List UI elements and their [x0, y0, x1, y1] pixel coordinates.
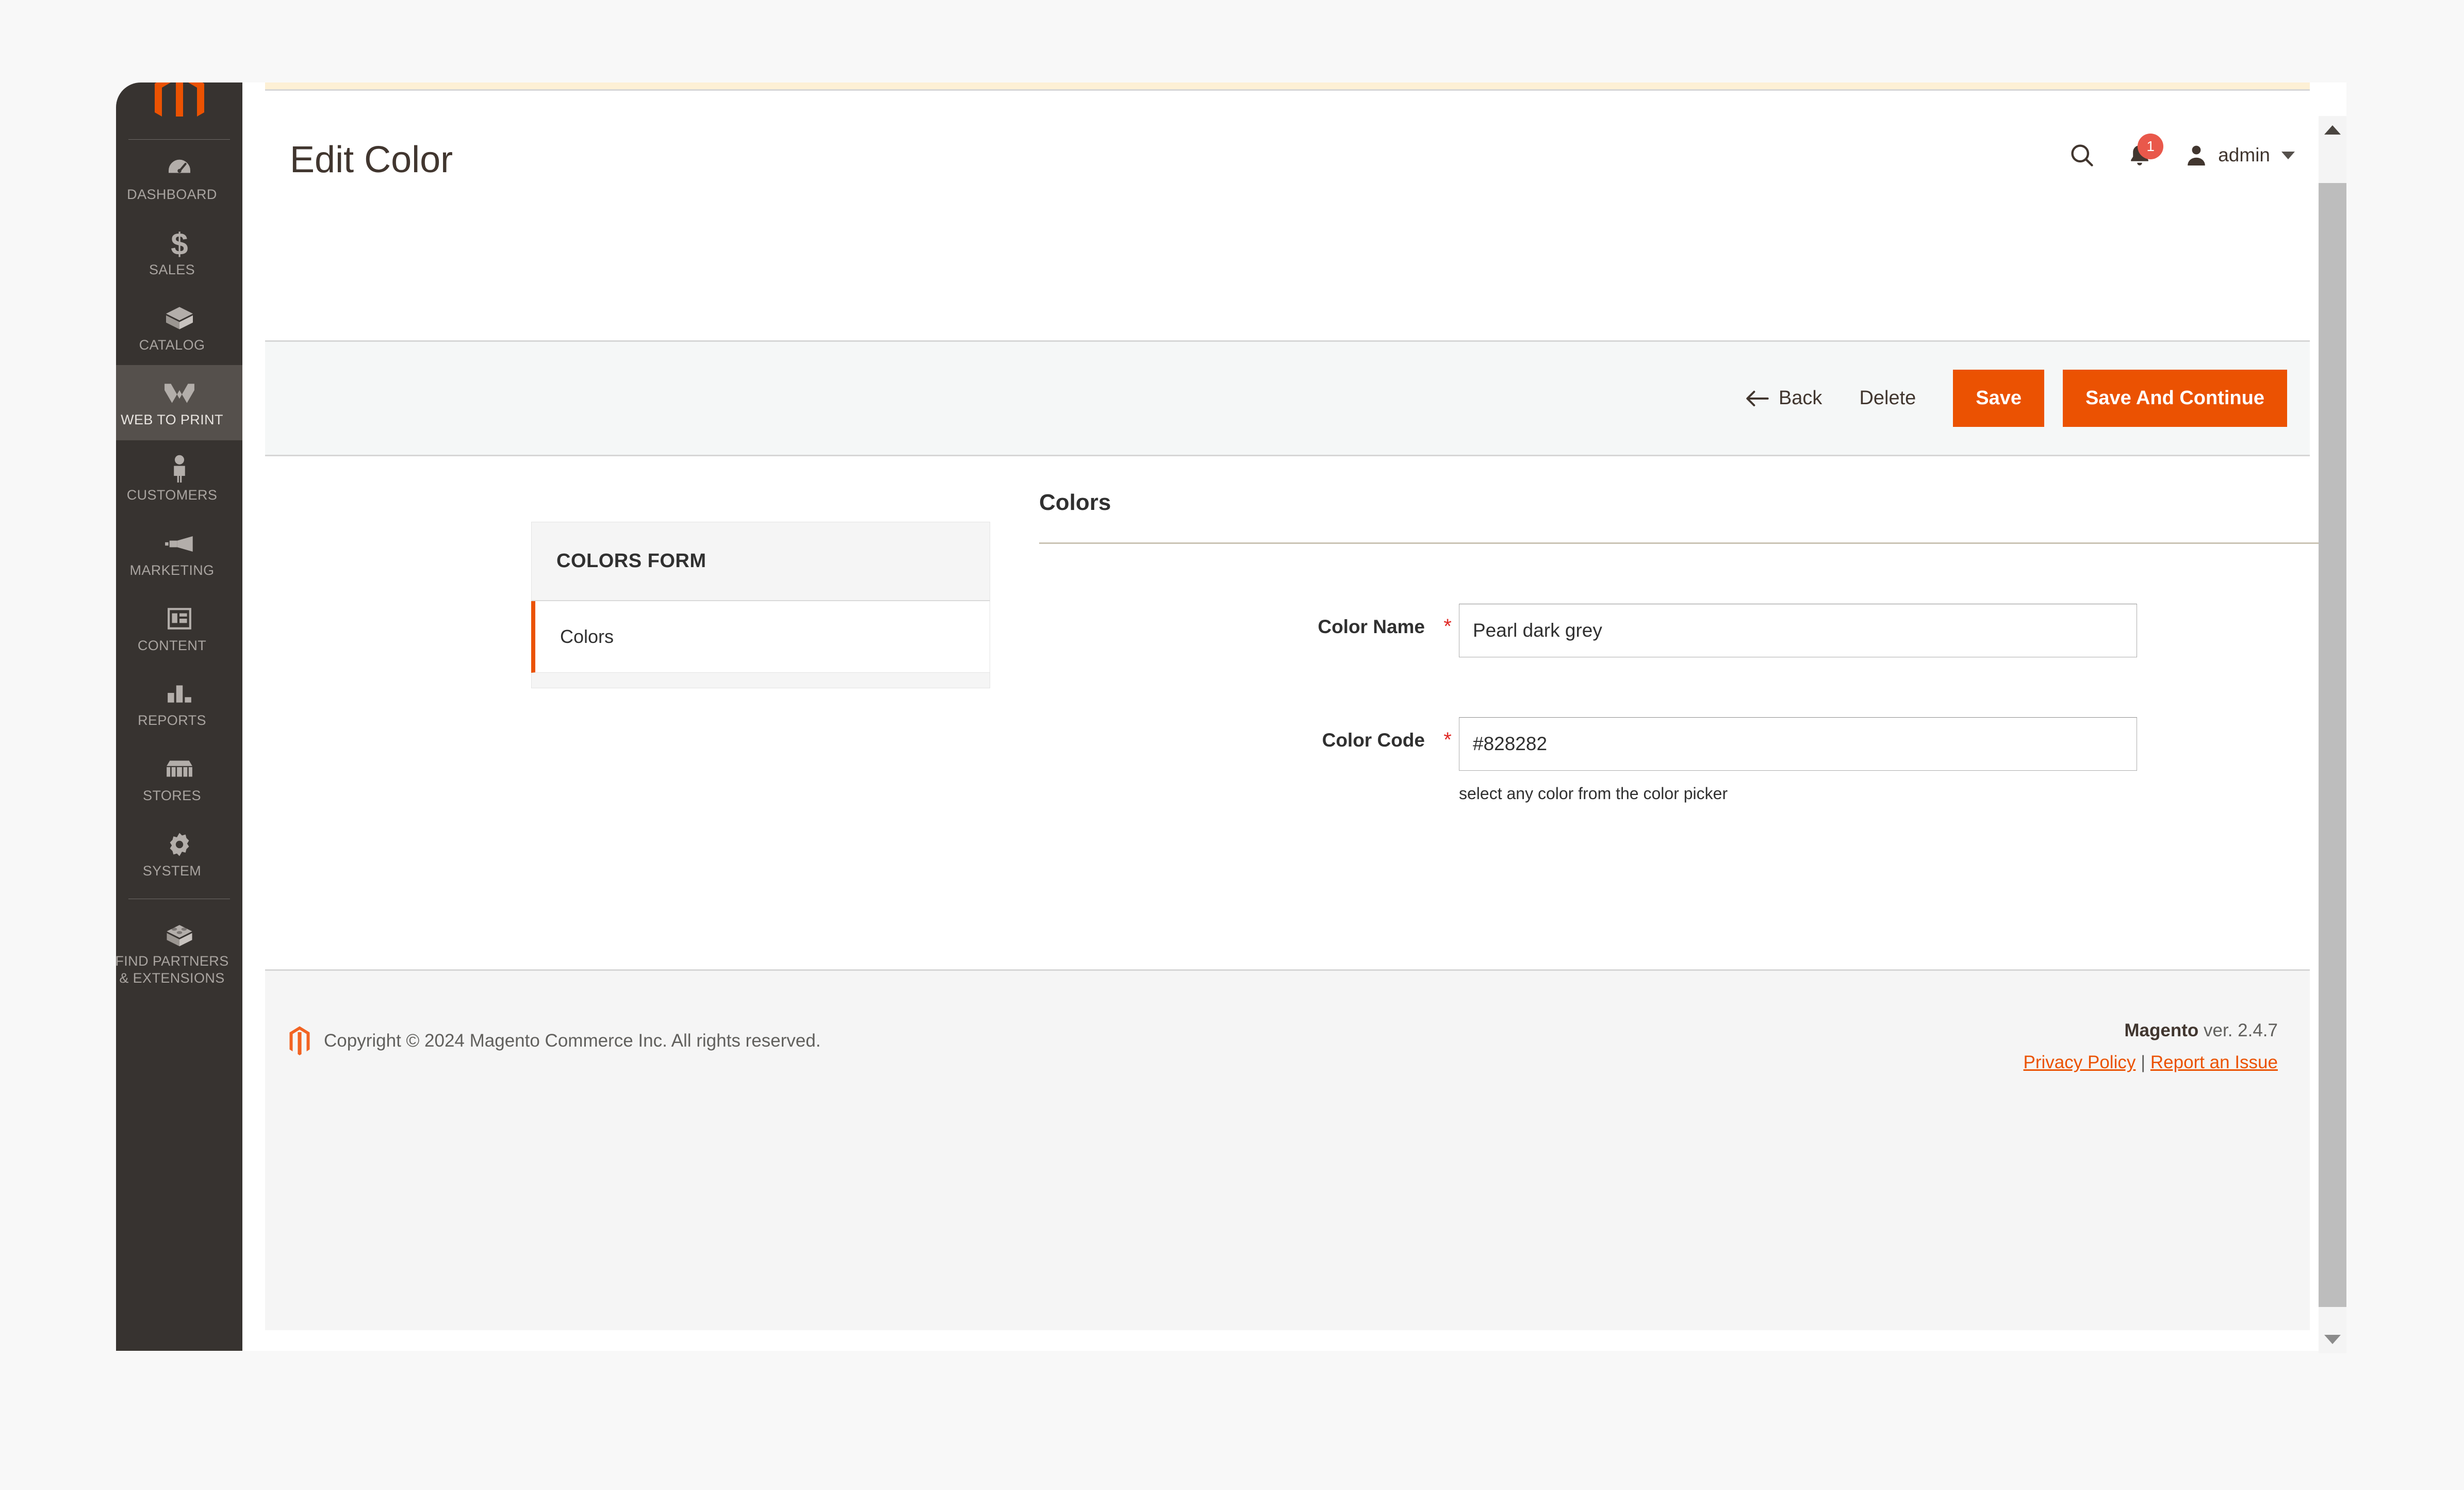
magento-logo[interactable]: [116, 82, 242, 120]
color-code-note: select any color from the color picker: [1459, 784, 1728, 803]
sidebar-item-label: CATALOG: [139, 337, 205, 353]
magento-logo-icon: [154, 82, 204, 117]
page-header: Edit Color 1 admin: [242, 92, 2346, 237]
gear-icon: [116, 830, 242, 859]
notification-badge: 1: [2138, 134, 2164, 159]
layout-page-icon: [116, 604, 242, 634]
triangle-down-icon: [2324, 1335, 2341, 1344]
storefront-icon: [116, 754, 242, 784]
notifications-button[interactable]: 1: [2127, 134, 2164, 169]
primary-sidebar: DASHBOARD $ SALES CATALOG WEB TO PRINT CUSTOM…: [116, 82, 242, 1351]
sidebar-item-label: FIND PARTNERS & EXTENSIONS: [116, 953, 229, 986]
vertical-scrollbar[interactable]: [2319, 116, 2346, 1353]
color-code-input[interactable]: [1459, 717, 2137, 771]
scrollbar-thumb[interactable]: [2319, 183, 2346, 1307]
megaphone-icon: [116, 529, 242, 559]
save-and-continue-button[interactable]: Save And Continue: [2063, 370, 2287, 427]
w-logo-icon: [116, 378, 242, 408]
arrow-left-icon: [1746, 390, 1769, 406]
sidebar-item-dashboard[interactable]: DASHBOARD: [116, 140, 242, 215]
sidebar-item-label: STORES: [143, 788, 201, 803]
color-code-label: Color Code: [1322, 730, 1425, 751]
color-name-label: Color Name: [1318, 616, 1425, 637]
sidebar-item-label: WEB TO PRINT: [121, 412, 223, 428]
form-nav-item-colors[interactable]: Colors: [531, 601, 990, 673]
sidebar-item-find-partners-extensions[interactable]: FIND PARTNERS & EXTENSIONS: [116, 906, 242, 999]
sidebar-item-catalog[interactable]: CATALOG: [116, 290, 242, 366]
sidebar-item-label: SYSTEM: [142, 863, 202, 879]
page-footer: Copyright © 2024 Magento Commerce Inc. A…: [265, 969, 2310, 1330]
scroll-down-arrow[interactable]: [2319, 1326, 2346, 1353]
form-nav-footer: [531, 673, 990, 688]
footer-copyright-block: Copyright © 2024 Magento Commerce Inc. A…: [288, 1025, 820, 1056]
footer-links: Privacy Policy | Report an Issue: [2024, 1052, 2278, 1073]
sidebar-item-label: CUSTOMERS: [126, 487, 218, 503]
footer-link-separator: |: [2141, 1052, 2146, 1072]
sidebar-item-label: REPORTS: [138, 713, 206, 729]
sidebar-item-sales[interactable]: $ SALES: [116, 215, 242, 290]
dashboard-gauge-icon: [116, 153, 242, 183]
save-button[interactable]: Save: [1953, 370, 2045, 427]
sidebar-item-label: MARKETING: [129, 562, 215, 578]
sidebar-item-label: CONTENT: [137, 637, 207, 653]
form-nav-item-label: Colors: [560, 626, 614, 647]
header-actions: 1 admin: [2068, 134, 2295, 169]
footer-meta-block: Magento ver. 2.4.7 Privacy Policy | Repo…: [2024, 1020, 2278, 1073]
form-navigation-panel: COLORS FORM Colors: [531, 522, 990, 688]
required-indicator: *: [1443, 615, 1452, 638]
user-name-label: admin: [2218, 144, 2270, 165]
delete-button-label: Delete: [1859, 387, 1916, 409]
back-button[interactable]: Back: [1727, 387, 1841, 409]
fieldset-title: Colors: [1039, 490, 2346, 544]
chevron-down-icon: [2281, 151, 2295, 159]
form-nav-title: COLORS FORM: [531, 522, 990, 601]
sidebar-item-label: DASHBOARD: [127, 187, 217, 202]
copyright-text: Copyright © 2024 Magento Commerce Inc. A…: [324, 1031, 821, 1051]
delete-button[interactable]: Delete: [1841, 387, 1934, 409]
main-content-area: Edit Color 1 admin Back Delete Save Save…: [242, 82, 2346, 1351]
triangle-up-icon: [2324, 125, 2341, 135]
sidebar-item-web-to-print[interactable]: WEB TO PRINT: [116, 365, 242, 440]
scroll-up-arrow[interactable]: [2319, 116, 2346, 144]
version-text: ver. 2.4.7: [2198, 1020, 2278, 1040]
person-icon: [116, 454, 242, 484]
dollar-sign-icon: $: [116, 228, 242, 259]
sidebar-item-label: SALES: [149, 261, 195, 277]
back-button-label: Back: [1778, 387, 1822, 409]
privacy-policy-link[interactable]: Privacy Policy: [2024, 1052, 2136, 1072]
version-line: Magento ver. 2.4.7: [2024, 1020, 2278, 1041]
required-indicator: *: [1443, 729, 1452, 751]
form-fieldset: Colors Color Name * Color Code * select …: [1039, 490, 2346, 803]
sidebar-item-marketing[interactable]: MARKETING: [116, 516, 242, 591]
field-row-color-code: Color Code * select any color from the c…: [1039, 717, 2277, 803]
field-row-color-name: Color Name *: [1039, 604, 2277, 657]
search-button[interactable]: [2068, 142, 2095, 169]
sidebar-item-stores[interactable]: STORES: [116, 741, 242, 816]
page-title: Edit Color: [290, 139, 453, 180]
sidebar-item-content[interactable]: CONTENT: [116, 591, 242, 666]
user-avatar-icon: [2188, 145, 2206, 165]
bar-chart-icon: [116, 679, 242, 709]
sidebar-item-system[interactable]: SYSTEM: [116, 816, 242, 891]
user-menu[interactable]: admin: [2184, 143, 2295, 168]
puzzle-cube-icon: [116, 920, 242, 950]
report-issue-link[interactable]: Report an Issue: [2150, 1052, 2278, 1072]
sidebar-item-list: DASHBOARD $ SALES CATALOG WEB TO PRINT CUSTOM…: [116, 140, 242, 999]
sidebar-item-reports[interactable]: REPORTS: [116, 666, 242, 741]
system-message-bar: [265, 82, 2310, 91]
page-actions-toolbar: Back Delete Save Save And Continue: [265, 340, 2310, 456]
color-name-input[interactable]: [1459, 604, 2137, 657]
sidebar-item-customers[interactable]: CUSTOMERS: [116, 440, 242, 516]
brand-name: Magento: [2124, 1020, 2199, 1040]
magento-logo-icon: [289, 1026, 310, 1055]
box-icon: [116, 304, 242, 334]
search-icon: [2071, 144, 2093, 167]
svg-text:$: $: [171, 228, 188, 259]
